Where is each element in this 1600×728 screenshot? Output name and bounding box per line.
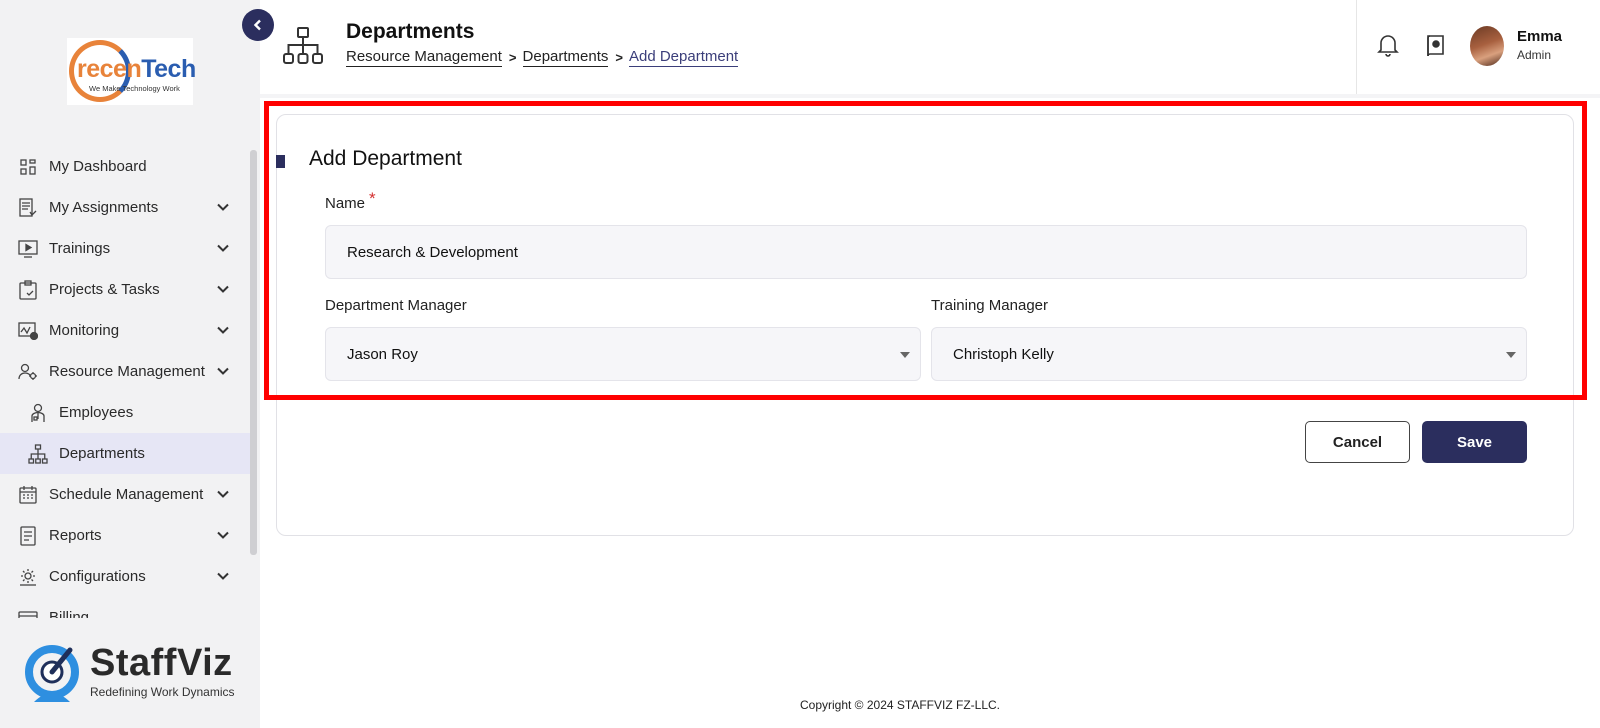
chevron-down-icon[interactable] — [216, 528, 230, 542]
company-logo: recenTech We Make Technology Work — [67, 38, 196, 105]
sidebar-item-label: Projects & Tasks — [49, 281, 160, 298]
logo-brand-part2: Tech — [141, 55, 196, 83]
sidebar-item-label: Billing — [49, 609, 90, 618]
chevron-down-icon[interactable] — [216, 323, 230, 337]
sidebar-scrollbar[interactable] — [250, 150, 257, 555]
bell-icon[interactable] — [1376, 32, 1400, 58]
chevron-down-icon[interactable] — [216, 241, 230, 255]
chevron-down-icon[interactable] — [216, 364, 230, 378]
clipboard-icon — [18, 279, 38, 300]
sidebar-item-label: Configurations — [49, 568, 146, 585]
sidebar-item-label: Employees — [59, 404, 134, 421]
sidebar-item-label: My Dashboard — [49, 158, 147, 175]
header-separator — [260, 94, 1600, 98]
name-field[interactable]: Research & Development — [325, 225, 1527, 279]
user-name[interactable]: Emma — [1517, 28, 1562, 45]
cancel-button[interactable]: Cancel — [1305, 421, 1410, 463]
chevron-down-icon[interactable] — [216, 487, 230, 501]
breadcrumb-resource-management[interactable]: Resource Management — [346, 48, 502, 67]
sidebar-item-label: Resource Management — [49, 363, 205, 380]
page-title: Departments — [346, 20, 475, 43]
sidebar-item-monitoring[interactable]: Monitoring — [0, 310, 250, 351]
chevron-left-icon — [253, 19, 261, 31]
name-label-text: Name — [325, 195, 366, 212]
breadcrumb-departments[interactable]: Departments — [522, 48, 609, 67]
sidebar-item-label: Trainings — [49, 240, 111, 257]
calendar-icon — [18, 485, 38, 505]
department-manager-select[interactable]: Jason Roy — [325, 327, 921, 381]
training-manager-value: Christoph Kelly — [953, 345, 1054, 363]
sidebar-item-billing[interactable]: Billing — [0, 597, 250, 618]
sidebar-item-label: Monitoring — [49, 322, 120, 339]
resource-icon — [18, 362, 38, 382]
sidebar-item-my-dashboard[interactable]: My Dashboard — [0, 146, 250, 187]
header-divider — [1356, 0, 1357, 95]
staffviz-logo-icon — [25, 645, 79, 702]
report-icon — [18, 525, 38, 546]
chevron-down-icon[interactable] — [216, 282, 230, 296]
dropdown-caret-icon — [900, 352, 910, 358]
copyright-footer: Copyright © 2024 STAFFVIZ FZ-LLC. — [799, 698, 1000, 712]
training-manager-label: Training Manager — [931, 297, 1049, 314]
collapse-sidebar-button[interactable] — [242, 9, 274, 41]
book-gear-icon[interactable] — [1424, 34, 1446, 58]
name-label: Name * — [325, 189, 376, 213]
page-header: Departments Resource Management > Depart… — [260, 0, 1600, 95]
gear-icon — [18, 567, 38, 587]
sidebar-item-resource-management[interactable]: Resource Management — [0, 351, 250, 392]
name-field-value: Research & Development — [347, 243, 518, 261]
avatar[interactable] — [1470, 26, 1504, 66]
sidebar-item-label: Reports — [49, 527, 102, 544]
logo-tagline: We Make Technology Work — [89, 84, 180, 93]
sidebar-item-configurations[interactable]: Configurations — [0, 556, 250, 597]
required-mark: * — [369, 189, 376, 208]
sidebar-item-my-assignments[interactable]: My Assignments — [0, 187, 250, 228]
sidebar-menu: My Dashboard My Assignments Trainings Pr… — [0, 146, 250, 618]
sidebar-item-employees[interactable]: Employees — [0, 392, 250, 433]
dashboard-icon — [18, 157, 38, 177]
training-manager-select[interactable]: Christoph Kelly — [931, 327, 1527, 381]
sidebar-item-projects-tasks[interactable]: Projects & Tasks — [0, 269, 250, 310]
assignments-icon — [18, 197, 38, 218]
user-role: Admin — [1517, 48, 1552, 62]
title-marker — [276, 155, 285, 168]
employee-icon — [28, 403, 48, 423]
staffviz-logo: StaffViz Redefining Work Dynamics — [24, 642, 244, 704]
department-manager-value: Jason Roy — [347, 345, 418, 363]
sidebar-item-departments[interactable]: Departments — [0, 433, 250, 474]
staffviz-tagline: Redefining Work Dynamics — [90, 685, 235, 699]
logo-brand-part1: recen — [77, 55, 142, 83]
breadcrumb-add-department[interactable]: Add Department — [628, 48, 739, 67]
save-button[interactable]: Save — [1422, 421, 1527, 463]
breadcrumb-separator-icon: > — [615, 50, 623, 65]
chevron-down-icon[interactable] — [216, 200, 230, 214]
chevron-down-icon[interactable] — [216, 569, 230, 583]
org-chart-icon — [283, 27, 323, 64]
staffviz-title: StaffViz — [90, 642, 233, 684]
breadcrumb-separator-icon: > — [508, 50, 517, 65]
dropdown-caret-icon — [1506, 352, 1516, 358]
form-title: Add Department — [309, 147, 462, 170]
sidebar-item-label: Schedule Management — [49, 486, 204, 503]
sidebar-item-schedule-management[interactable]: Schedule Management — [0, 474, 250, 515]
billing-icon — [18, 608, 38, 618]
add-department-card: Add Department Name * Research & Developm… — [276, 114, 1574, 536]
sidebar: recenTech We Make Technology Work My Das… — [0, 0, 260, 728]
sidebar-item-trainings[interactable]: Trainings — [0, 228, 250, 269]
breadcrumb: Resource Management > Departments > Add … — [346, 48, 739, 67]
sidebar-item-reports[interactable]: Reports — [0, 515, 250, 556]
play-icon — [18, 239, 38, 259]
sidebar-item-label: Departments — [59, 445, 145, 462]
monitoring-icon — [18, 321, 38, 341]
department-manager-label: Department Manager — [325, 297, 467, 314]
org-chart-icon — [28, 443, 48, 464]
sidebar-item-label: My Assignments — [49, 199, 159, 216]
